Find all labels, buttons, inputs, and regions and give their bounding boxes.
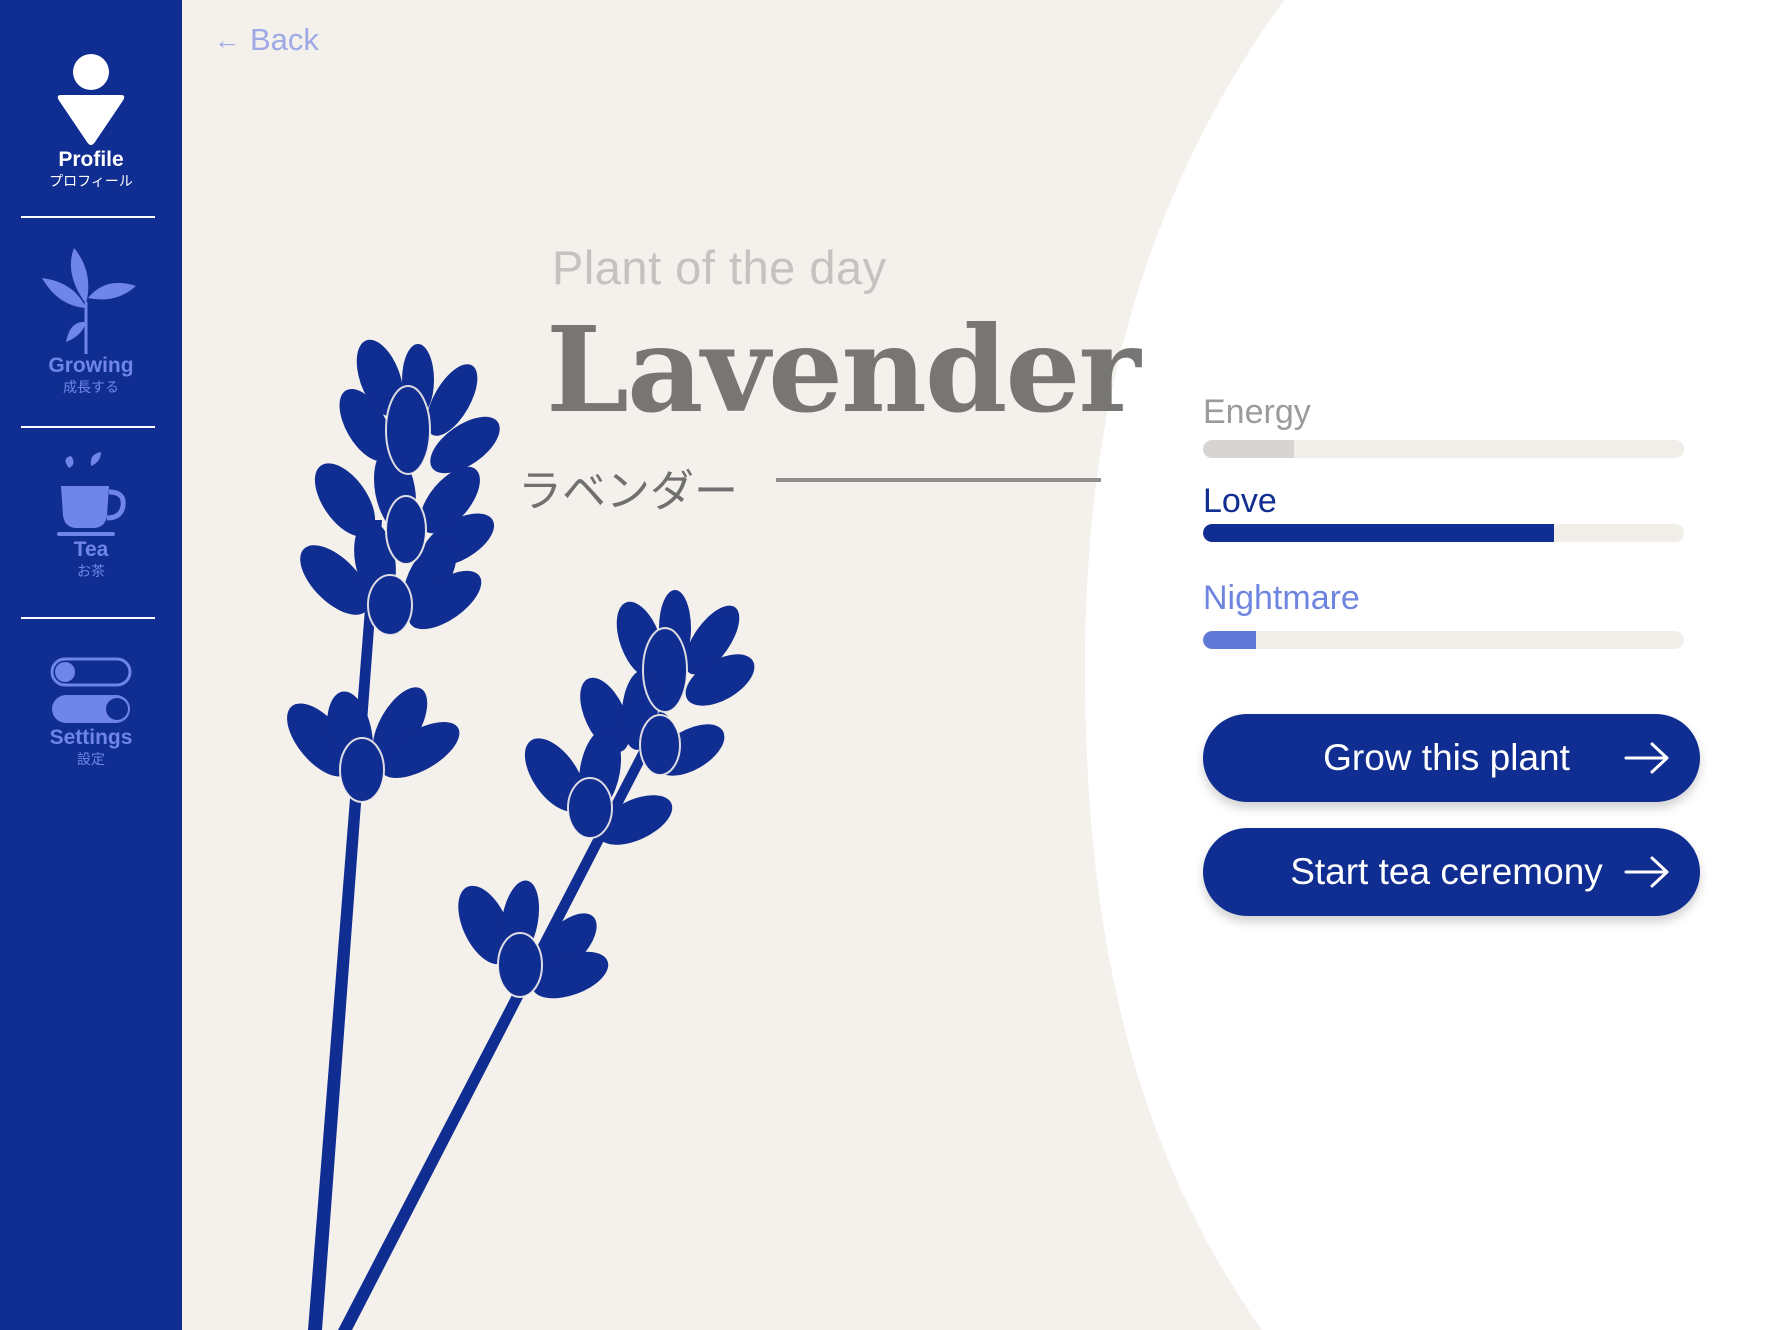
start-tea-ceremony-label: Start tea ceremony: [1290, 851, 1603, 892]
start-tea-ceremony-button[interactable]: Start tea ceremony: [1203, 828, 1700, 916]
sidebar-item-sublabel: プロフィール: [49, 173, 133, 189]
arrow-right-icon: [1624, 742, 1669, 774]
back-link[interactable]: ← Back: [214, 22, 319, 58]
teacup-icon: [57, 452, 126, 536]
stat-label-energy: Energy: [1203, 393, 1311, 431]
toggles-icon: [50, 657, 132, 723]
sidebar-item-label: Growing: [48, 354, 134, 377]
sidebar-item-sublabel: 設定: [77, 751, 105, 767]
stat-label-nightmare: Nightmare: [1203, 579, 1360, 617]
sprout-icon: [42, 248, 136, 354]
stat-fill-love: [1203, 524, 1555, 542]
stat-bar-love: [1203, 524, 1684, 542]
sidebar: Profile プロフィール Growing 成長する Tea お茶 Setti…: [0, 0, 182, 1330]
sidebar-divider: [21, 426, 155, 428]
sidebar-item-growing[interactable]: Growing 成長する: [0, 246, 182, 395]
plant-name-japanese: ラベンダー: [518, 466, 738, 517]
grow-plant-button[interactable]: Grow this plant: [1203, 714, 1700, 802]
profile-icon: [57, 54, 125, 145]
stat-label-love: Love: [1203, 482, 1277, 520]
stat-fill-energy: [1203, 440, 1295, 458]
sidebar-divider: [21, 617, 155, 619]
plant-of-day-subtitle: Plant of the day: [552, 241, 887, 294]
stat-fill-nightmare: [1203, 631, 1256, 649]
sidebar-item-sublabel: お茶: [77, 563, 105, 579]
sidebar-item-sublabel: 成長する: [63, 379, 119, 395]
arrow-right-icon: [1624, 856, 1669, 888]
sidebar-item-label: Tea: [73, 538, 109, 561]
sidebar-item-label: Profile: [58, 148, 124, 171]
title-divider-line: [776, 478, 1101, 482]
stat-bar-nightmare: [1203, 631, 1684, 649]
sidebar-item-tea[interactable]: Tea お茶: [0, 452, 182, 579]
stat-bar-energy: [1203, 440, 1684, 458]
sidebar-item-label: Settings: [49, 726, 133, 749]
back-arrow-icon: ←: [214, 24, 240, 55]
sidebar-item-profile[interactable]: Profile プロフィール: [0, 52, 182, 189]
sidebar-item-settings[interactable]: Settings 設定: [0, 656, 182, 767]
grow-plant-label: Grow this plant: [1323, 737, 1570, 778]
plant-name: Lavender: [546, 300, 1141, 439]
back-label: Back: [250, 22, 319, 57]
sidebar-divider: [21, 216, 155, 218]
